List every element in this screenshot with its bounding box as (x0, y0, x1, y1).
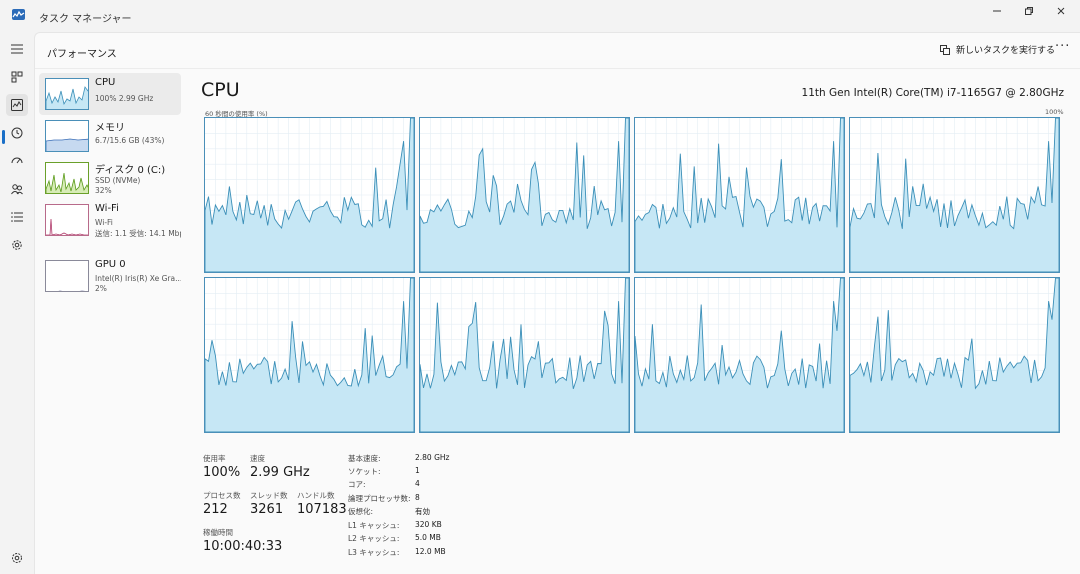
process-count-value: 212 (203, 502, 228, 517)
hamburger-button[interactable] (6, 38, 28, 60)
resource-sub: SSD (NVMe) (95, 176, 141, 185)
close-button[interactable] (1044, 0, 1078, 22)
resource-name: メモリ (95, 123, 125, 134)
run-new-task-label: 新しいタスクを実行する (956, 46, 1056, 56)
resource-disk[interactable]: ディスク 0 (C:) SSD (NVMe) 32% (39, 157, 181, 199)
utilization-max: 100% (1045, 108, 1064, 116)
resource-gpu[interactable]: GPU 0 Intel(R) Iris(R) Xe Gra... 2% (39, 255, 181, 297)
restore-icon (1025, 7, 1033, 15)
nav-details[interactable] (6, 206, 28, 228)
usage-value: 100% (203, 465, 241, 480)
cpu-core-graph (204, 117, 415, 273)
cpu-core-graph (634, 277, 845, 433)
detail-key: 論理プロセッサ数: (348, 494, 411, 503)
detail-key: ソケット: (348, 467, 381, 476)
detail-key: 仮想化: (348, 507, 374, 516)
page-header: パフォーマンス 新しいタスクを実行する ··· (35, 33, 1080, 69)
content-area: パフォーマンス 新しいタスクを実行する ··· CPU 100% 2.99 GH… (34, 32, 1080, 574)
page-title: パフォーマンス (47, 49, 117, 60)
window-title: タスク マネージャー (39, 14, 132, 25)
detail-value: 有効 (415, 507, 430, 516)
performance-icon (11, 99, 23, 111)
detail-key: コア: (348, 480, 366, 489)
detail-key: L1 キャッシュ: (348, 521, 400, 530)
resource-name: ディスク 0 (C:) (95, 165, 166, 176)
resource-sub: 6.7/15.6 GB (43%) (95, 136, 165, 145)
close-icon (1057, 7, 1065, 15)
resource-memory[interactable]: メモリ 6.7/15.6 GB (43%) (39, 115, 181, 157)
cpu-core-graph (849, 117, 1060, 273)
detail-value: 2.80 GHz (415, 453, 450, 462)
detail-value: 12.0 MB (415, 547, 446, 556)
nav-settings[interactable] (6, 547, 28, 569)
nav-users[interactable] (6, 178, 28, 200)
uptime-label: 稼働時間 (203, 528, 233, 537)
startup-icon (11, 157, 23, 164)
nav-performance[interactable] (6, 94, 28, 116)
settings-icon (12, 553, 22, 563)
nav-startup[interactable] (6, 150, 28, 172)
services-icon (12, 240, 22, 250)
disk-thumbnail (45, 162, 89, 194)
resource-sub: Intel(R) Iris(R) Xe Gra... (95, 274, 181, 283)
users-icon (11, 184, 23, 195)
detail-value: 4 (415, 479, 420, 488)
speed-value: 2.99 GHz (250, 465, 310, 480)
usage-label: 使用率 (203, 454, 226, 463)
resource-sub: Wi-Fi (95, 218, 113, 227)
cpu-thumbnail (45, 78, 89, 110)
wifi-thumbnail (45, 204, 89, 236)
cpu-core-graph (204, 277, 415, 433)
detail-key: L3 キャッシュ: (348, 548, 400, 557)
title-bar: タスク マネージャー (0, 0, 1080, 32)
resource-wifi[interactable]: Wi-Fi Wi-Fi 送信: 1.1 受信: 14.1 Mbps (39, 199, 181, 241)
cpu-model: 11th Gen Intel(R) Core(TM) i7-1165G7 @ 2… (801, 87, 1064, 99)
resource-sub: 100% 2.99 GHz (95, 94, 154, 103)
hamburger-icon (11, 44, 23, 54)
run-new-task-button[interactable]: 新しいタスクを実行する (940, 43, 1055, 56)
resource-name: GPU 0 (95, 259, 126, 270)
cpu-title: CPU (201, 79, 240, 101)
nav-rail (0, 32, 34, 574)
thread-count-label: スレッド数 (250, 491, 288, 500)
minimize-button[interactable] (980, 0, 1014, 22)
task-manager-logo-icon (12, 9, 25, 20)
resource-name: Wi-Fi (95, 203, 119, 214)
detail-value: 1 (415, 466, 420, 475)
processes-icon (11, 71, 23, 83)
gpu-thumbnail (45, 260, 89, 292)
detail-key: 基本速度: (348, 454, 381, 463)
details-icon (11, 212, 23, 222)
resource-sub-2: 32% (95, 186, 112, 195)
handle-count-value: 107183 (297, 502, 347, 517)
resource-cpu[interactable]: CPU 100% 2.99 GHz (39, 73, 181, 115)
more-options-button[interactable]: ··· (1055, 39, 1070, 54)
detail-value: 8 (415, 493, 420, 502)
cpu-core-graph (849, 277, 1060, 433)
restore-button[interactable] (1012, 0, 1046, 22)
memory-thumbnail (45, 120, 89, 152)
speed-label: 速度 (250, 454, 265, 463)
process-count-label: プロセス数 (203, 491, 241, 500)
detail-value: 320 KB (415, 520, 442, 529)
nav-active-indicator (2, 130, 5, 144)
nav-services[interactable] (6, 234, 28, 256)
detail-value: 5.0 MB (415, 533, 441, 542)
nav-app-history[interactable] (6, 122, 28, 144)
app-history-icon (11, 127, 23, 139)
thread-count-value: 3261 (250, 502, 284, 517)
minimize-icon (993, 10, 1001, 12)
run-task-icon (940, 44, 950, 55)
resource-sub-2: 送信: 1.1 受信: 14.1 Mbps (95, 229, 181, 238)
resource-sub-2: 2% (95, 284, 107, 293)
nav-processes[interactable] (6, 66, 28, 88)
cpu-core-graph (419, 277, 630, 433)
cpu-core-graph (419, 117, 630, 273)
handle-count-label: ハンドル数 (297, 491, 335, 500)
detail-key: L2 キャッシュ: (348, 534, 400, 543)
cpu-core-graph (634, 117, 845, 273)
uptime-value: 10:00:40:33 (203, 539, 283, 554)
resource-name: CPU (95, 77, 116, 88)
